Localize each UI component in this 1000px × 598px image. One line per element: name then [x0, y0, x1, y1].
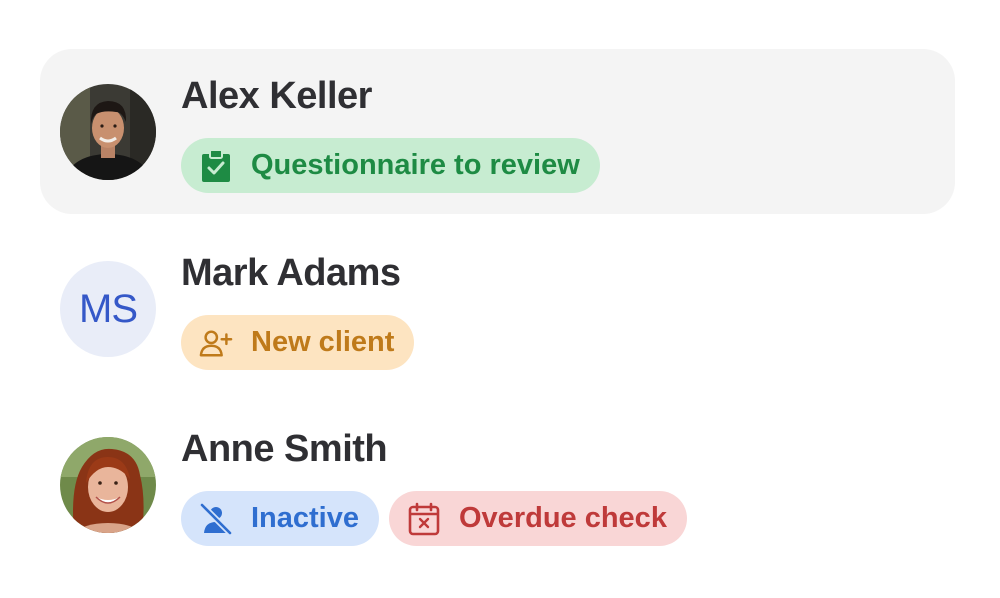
status-badge-label: New client — [251, 326, 395, 358]
avatar — [60, 437, 156, 533]
avatar — [60, 84, 156, 180]
status-badge-inactive[interactable]: Inactive — [181, 491, 379, 546]
calendar-x-icon — [407, 502, 441, 536]
status-badge-overdue-check[interactable]: Overdue check — [389, 491, 687, 546]
status-badge-label: Overdue check — [459, 502, 667, 534]
client-name: Alex Keller — [181, 75, 372, 117]
client-row-mark-adams[interactable]: MS Mark Adams New client — [40, 226, 955, 390]
tag-list: New client — [181, 315, 415, 370]
user-off-icon — [199, 501, 233, 536]
client-row-anne-smith[interactable]: Anne Smith Inactive Overdue check — [40, 402, 955, 566]
client-row-alex-keller[interactable]: Alex Keller Questionnaire to review — [40, 49, 955, 214]
status-badge-questionnaire[interactable]: Questionnaire to review — [181, 138, 600, 193]
user-plus-icon — [199, 326, 233, 360]
status-badge-label: Questionnaire to review — [251, 149, 580, 181]
client-name: Mark Adams — [181, 252, 401, 294]
tag-list: Questionnaire to review — [181, 138, 600, 193]
clipboard-check-icon — [199, 148, 233, 183]
tag-list: Inactive Overdue check — [181, 491, 687, 546]
client-list: Alex Keller Questionnaire to review MS M… — [40, 49, 955, 578]
status-badge-label: Inactive — [251, 502, 359, 534]
client-name: Anne Smith — [181, 428, 388, 470]
avatar: MS — [60, 261, 156, 357]
status-badge-new-client[interactable]: New client — [181, 315, 415, 370]
